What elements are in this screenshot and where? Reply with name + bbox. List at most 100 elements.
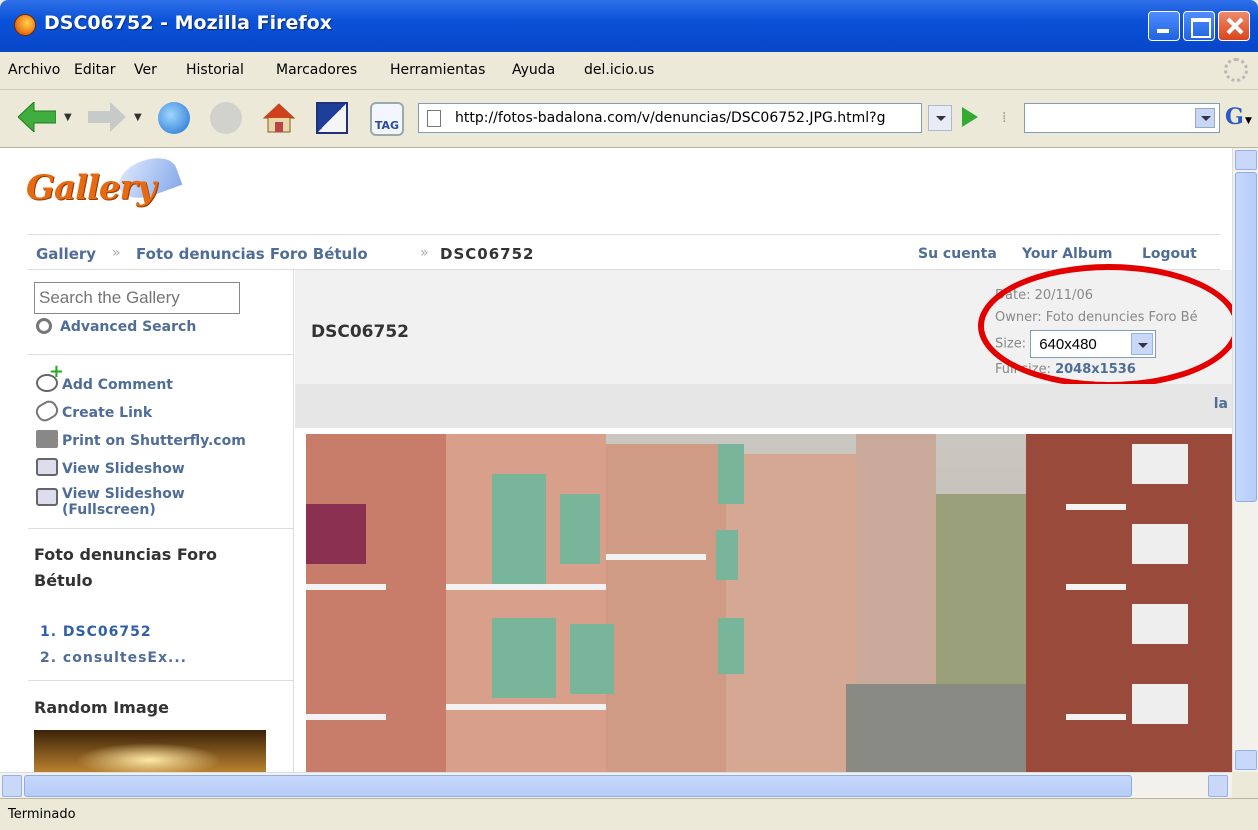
url-text[interactable]: http://fotos-badalona.com/v/denuncias/DS… — [455, 110, 921, 126]
title-bar: DSC06752 - Mozilla Firefox — [0, 0, 1258, 52]
advanced-search-label[interactable]: Advanced Search — [60, 319, 196, 335]
sidebar: Advanced Search Add Comment Create Link … — [28, 270, 294, 772]
photo-awning — [492, 474, 546, 584]
menu-ver[interactable]: Ver — [134, 62, 157, 78]
scroll-up-icon[interactable] — [1235, 150, 1257, 170]
throbber-icon — [1224, 58, 1248, 82]
photo-awning — [492, 618, 556, 698]
reload-icon[interactable] — [158, 102, 190, 134]
navigation-subbar: la — [295, 384, 1232, 428]
stop-icon[interactable] — [210, 102, 242, 134]
view-slideshow-fullscreen-link[interactable]: View Slideshow (Fullscreen) — [36, 486, 216, 518]
menu-editar[interactable]: Editar — [74, 62, 115, 78]
photo-balcony — [1066, 714, 1126, 720]
menu-marcadores[interactable]: Marcadores — [276, 62, 357, 78]
forward-icon[interactable] — [88, 102, 126, 132]
extension-icon[interactable] — [316, 102, 348, 134]
album-item[interactable]: 1. DSC06752 — [40, 624, 152, 640]
photo-awning — [570, 624, 614, 694]
album-block-title: Foto denuncias Foro Bétulo — [34, 545, 217, 590]
back-icon[interactable] — [18, 102, 56, 132]
magnifier-icon — [36, 318, 52, 334]
close-button[interactable] — [1218, 11, 1250, 41]
toolbar-overflow-icon[interactable]: ▼ — [1245, 116, 1252, 126]
navigation-toolbar: ▼ ▼ TAG http://fotos-badalona.com/v/denu… — [0, 90, 1258, 148]
status-text: Terminado — [8, 807, 76, 822]
scroll-down-icon[interactable] — [1235, 750, 1257, 770]
go-icon[interactable] — [962, 107, 978, 127]
breadcrumb-separator: » — [112, 245, 121, 261]
photo-balcony — [306, 714, 386, 720]
url-dropdown-button[interactable] — [928, 105, 952, 131]
slideshow-fullscreen-icon — [36, 488, 58, 506]
horizontal-scrollbar[interactable] — [0, 772, 1232, 798]
red-highlight-circle — [978, 264, 1232, 388]
breadcrumb: Gallery » Foto denuncias Foro Bétulo » D… — [28, 234, 1220, 270]
photo-header: DSC06752 Date: 20/11/06 Owner: Foto denu… — [295, 264, 1232, 388]
photo-balcony — [1066, 584, 1126, 590]
photo-balcony — [606, 554, 706, 560]
random-image-thumbnail[interactable] — [34, 730, 266, 772]
vertical-scroll-thumb[interactable] — [1235, 172, 1257, 502]
view-slideshow-fullscreen-label[interactable]: View Slideshow (Fullscreen) — [62, 486, 185, 518]
link-icon — [32, 397, 62, 425]
back-dropdown-icon[interactable]: ▼ — [64, 112, 72, 123]
add-comment-link[interactable]: Add Comment — [36, 364, 173, 393]
menu-delicious[interactable]: del.icio.us — [584, 62, 654, 78]
photo-awning — [718, 444, 744, 504]
add-comment-label[interactable]: Add Comment — [62, 377, 173, 393]
photo-window — [1132, 444, 1188, 484]
scroll-left-icon[interactable] — [2, 775, 22, 797]
advanced-search-link[interactable]: Advanced Search — [36, 318, 196, 335]
tag-button[interactable]: TAG — [370, 102, 404, 136]
google-search-icon[interactable]: G — [1225, 104, 1244, 130]
breadcrumb-gallery[interactable]: Gallery — [36, 245, 96, 263]
minimize-button[interactable] — [1148, 11, 1180, 41]
view-slideshow-link[interactable]: View Slideshow — [36, 458, 185, 477]
url-bar[interactable]: http://fotos-badalona.com/v/denuncias/DS… — [418, 103, 922, 133]
view-slideshow-label[interactable]: View Slideshow — [62, 461, 185, 477]
photo-balcony — [306, 584, 386, 590]
sidebar-divider — [28, 680, 294, 681]
photo-awning — [718, 618, 744, 674]
photo-building — [306, 434, 446, 772]
window-title: DSC06752 - Mozilla Firefox — [44, 12, 332, 34]
scroll-corner — [1232, 772, 1258, 798]
forward-dropdown-icon[interactable]: ▼ — [134, 112, 142, 123]
search-dropdown-button[interactable] — [1195, 108, 1215, 128]
scroll-right-icon[interactable] — [1208, 775, 1228, 797]
printer-icon — [36, 430, 58, 448]
menu-archivo[interactable]: Archivo — [8, 62, 60, 78]
create-link-label[interactable]: Create Link — [62, 405, 152, 421]
menu-herramientas[interactable]: Herramientas — [390, 62, 485, 78]
photo-building — [1026, 434, 1232, 772]
account-link[interactable]: Su cuenta — [918, 246, 997, 262]
print-shutterfly-label[interactable]: Print on Shutterfly.com — [62, 433, 246, 449]
logout-link[interactable]: Logout — [1142, 246, 1197, 262]
photo-balcony — [446, 704, 606, 710]
gallery-logo[interactable]: Gallery — [26, 168, 156, 208]
photo-window — [306, 504, 366, 564]
toolbar-handle-icon[interactable]: ⁞ — [1002, 110, 1012, 126]
home-icon[interactable] — [262, 102, 296, 134]
add-comment-icon — [36, 364, 64, 392]
menu-historial[interactable]: Historial — [186, 62, 244, 78]
next-link[interactable]: la — [1214, 396, 1228, 412]
maximize-button[interactable] — [1183, 11, 1215, 41]
print-shutterfly-link[interactable]: Print on Shutterfly.com — [36, 430, 246, 449]
breadcrumb-album[interactable]: Foto denuncias Foro Bétulo — [136, 245, 368, 263]
breadcrumb-separator: » — [420, 245, 429, 261]
vertical-scrollbar[interactable] — [1232, 148, 1258, 772]
main-photo[interactable] — [306, 434, 1232, 772]
photo-window — [1132, 604, 1188, 644]
horizontal-scroll-thumb[interactable] — [24, 775, 1132, 797]
search-bar[interactable] — [1024, 103, 1220, 133]
album-item[interactable]: 2. consultesEx... — [40, 650, 187, 666]
photo-building — [726, 454, 856, 772]
your-album-link[interactable]: Your Album — [1022, 246, 1112, 262]
gallery-search-input[interactable] — [34, 282, 240, 314]
menu-bar: Archivo Editar Ver Historial Marcadores … — [0, 52, 1258, 90]
menu-ayuda[interactable]: Ayuda — [512, 62, 555, 78]
sidebar-divider — [28, 528, 294, 529]
create-link-link[interactable]: Create Link — [32, 397, 152, 425]
